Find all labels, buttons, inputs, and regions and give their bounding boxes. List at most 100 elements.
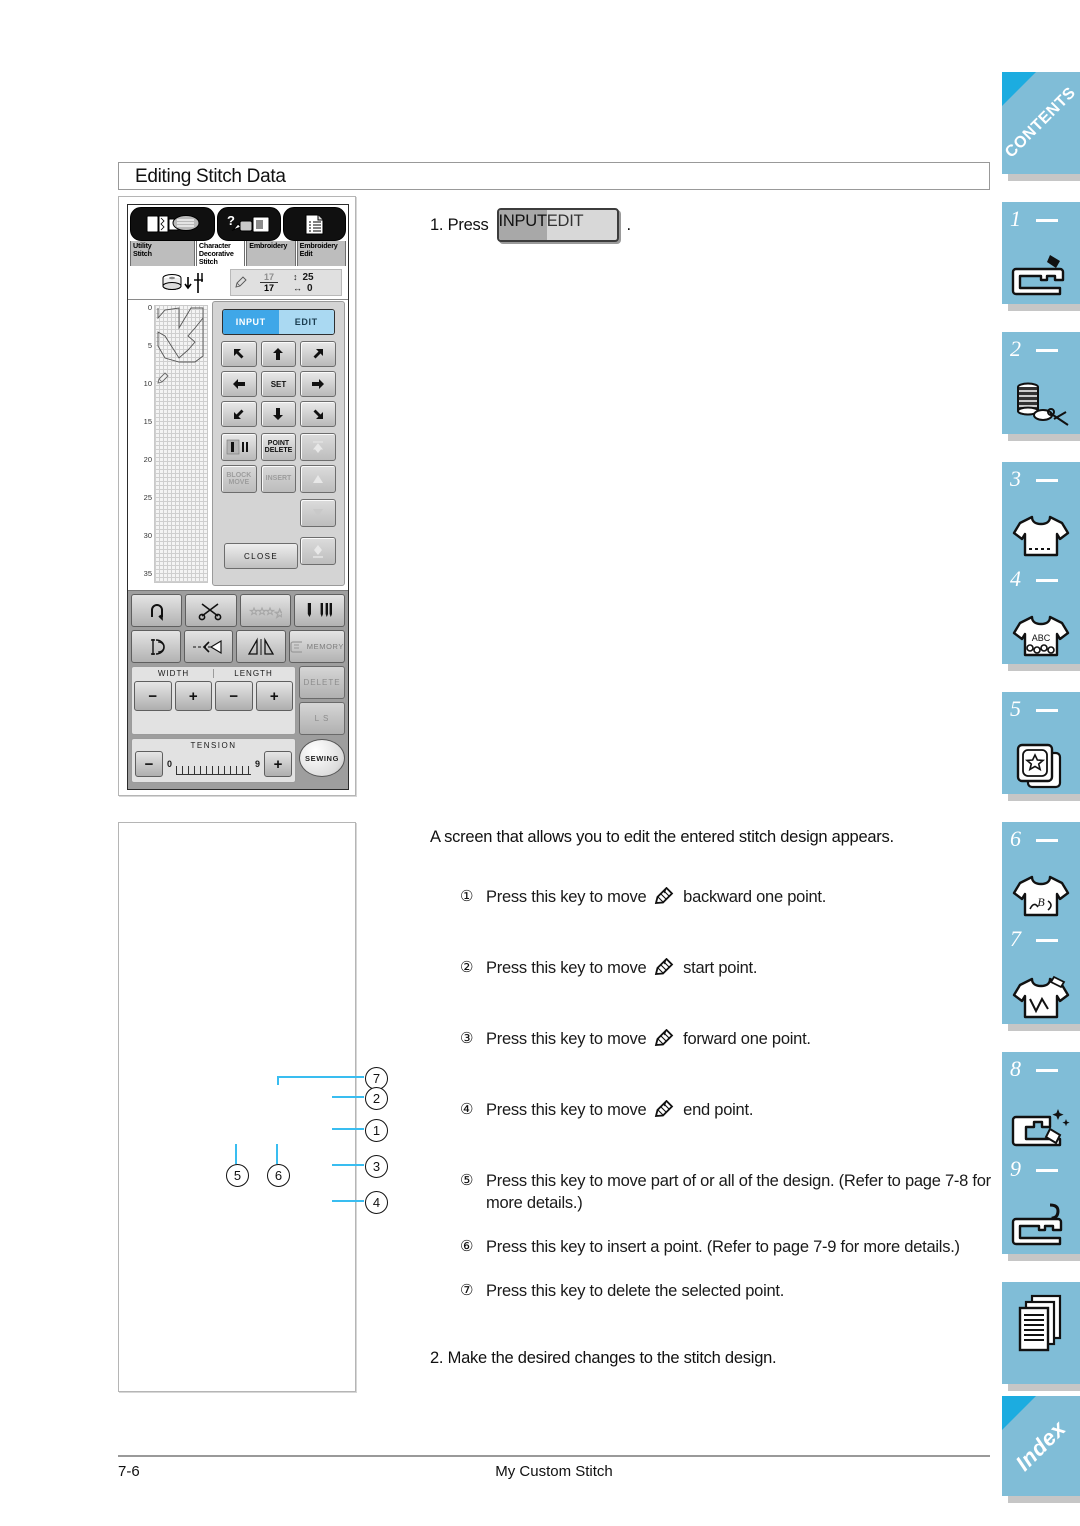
arrow-up-icon[interactable] xyxy=(260,341,297,367)
index-tab-5[interactable]: 5 xyxy=(1002,692,1080,801)
item-text-after: Press this key to delete the selected po… xyxy=(486,1282,785,1300)
callout-marker-2: 2 xyxy=(365,1087,388,1110)
insert-key[interactable]: INSERT xyxy=(260,465,297,493)
width-minus-button[interactable]: − xyxy=(134,681,172,711)
stylus-pen-icon xyxy=(231,275,251,290)
list-item: ② Press this key to move start point. xyxy=(460,957,992,982)
length-plus-button[interactable]: + xyxy=(255,681,293,711)
index-tab-documents[interactable] xyxy=(1002,1282,1080,1391)
inline-input-edit-toggle[interactable]: INPUT EDIT xyxy=(496,208,619,242)
ruler-label: 10 xyxy=(143,379,152,388)
tshirt-monogram-icon: B xyxy=(1002,873,1080,921)
taper-icon[interactable] xyxy=(236,630,286,663)
footer-chapter-title: My Custom Stitch xyxy=(495,1463,613,1480)
index-tab-8[interactable]: 8 xyxy=(1002,1052,1080,1161)
bobbin-needle-indicator xyxy=(156,269,236,297)
index-tab-contents[interactable]: CONTENTS xyxy=(1002,72,1080,181)
width-plus-button[interactable]: + xyxy=(174,681,212,711)
toggle-input[interactable]: INPUT xyxy=(223,310,279,334)
ruler-label: 30 xyxy=(143,531,152,540)
reverse-stitch-icon[interactable] xyxy=(131,594,183,627)
stitch-dimensions: ↕ 25 ↔ 0 xyxy=(287,272,341,294)
horizontal-arrow-icon: ↔ xyxy=(293,282,302,293)
arrow-down-left-icon[interactable] xyxy=(221,401,257,427)
block-move-key[interactable]: BLOCK MOVE xyxy=(221,465,257,493)
step-forward-icon[interactable] xyxy=(300,499,336,527)
memory-key[interactable]: MEMORY xyxy=(288,630,345,663)
index-tab-2[interactable]: 2 xyxy=(1002,332,1080,441)
jump-to-end-icon[interactable] xyxy=(300,537,336,565)
point-current: 17 xyxy=(260,272,278,283)
inline-toggle-input[interactable]: INPUT xyxy=(498,210,547,240)
callout-marker-6: 6 xyxy=(267,1164,290,1187)
index-tab-7[interactable]: 7 xyxy=(1002,922,1080,1031)
tab-embroidery-edit[interactable]: Embroidery Edit xyxy=(296,241,347,266)
arrow-down-icon[interactable] xyxy=(260,401,297,427)
embroidery-edit-icon[interactable] xyxy=(282,207,347,241)
delete-key[interactable]: DELETE xyxy=(299,666,345,699)
lcd-tab-labels: Utility Stitch Character Decorative Stitch … xyxy=(128,241,348,266)
item-text-after: forward one point. xyxy=(683,1030,811,1048)
set-key[interactable]: SET xyxy=(260,371,297,397)
index-tab-1[interactable]: 1 xyxy=(1002,202,1080,311)
index-tab-4[interactable]: 4 ABC xyxy=(1002,562,1080,671)
callout-overlay: 7 2 1 3 4 5 6 xyxy=(200,1030,420,1240)
thread-cutter-icon[interactable] xyxy=(185,594,237,627)
jump-to-start-icon[interactable] xyxy=(300,433,336,461)
index-tab-number: 8 xyxy=(1010,1056,1021,1081)
ruler-label: 0 xyxy=(147,303,152,312)
documents-icon xyxy=(1002,1292,1080,1360)
sewing-machine-icon xyxy=(1002,249,1080,301)
ruler-label: 15 xyxy=(143,417,152,426)
svg-text:ABC: ABC xyxy=(1032,633,1051,643)
arrow-up-right-icon[interactable] xyxy=(300,341,336,367)
tension-plus-button[interactable]: + xyxy=(264,751,292,777)
single-double-stitch-icon[interactable] xyxy=(221,433,257,461)
lcd-tab-icons: ? xyxy=(128,205,348,241)
index-tab-rail: CONTENTS 1 2 3 4 ABC 5 6 B 7 8 9 Index xyxy=(998,0,1080,1526)
toggle-edit[interactable]: EDIT xyxy=(278,310,334,334)
ls-key[interactable]: L S xyxy=(299,702,345,735)
inline-toggle-edit[interactable]: EDIT xyxy=(546,210,584,240)
index-tab-6[interactable]: 6 B xyxy=(1002,822,1080,931)
point-fraction: 17 17 xyxy=(251,272,287,293)
index-tab-index[interactable]: Index xyxy=(1002,1396,1080,1503)
length-minus-button[interactable]: − xyxy=(215,681,253,711)
step-back-icon[interactable] xyxy=(300,465,336,493)
memory-label: MEMORY xyxy=(306,642,344,651)
stylus-pen-icon xyxy=(654,1099,676,1124)
stitch-length-icon[interactable] xyxy=(131,630,181,663)
step-1: 1. Press INPUT EDIT . xyxy=(430,208,631,242)
index-tab-number: 7 xyxy=(1010,926,1021,951)
item-marker: ② xyxy=(460,959,474,976)
sewing-button[interactable]: SEWING xyxy=(299,739,345,777)
auto-threading-icon[interactable] xyxy=(239,594,291,627)
tension-minus-button[interactable]: − xyxy=(135,751,163,777)
point-delete-key[interactable]: POINT DELETE xyxy=(260,433,297,461)
index-tab-number: 5 xyxy=(1010,696,1021,721)
arrow-right-icon[interactable] xyxy=(300,371,336,397)
utility-stitch-icon[interactable] xyxy=(130,207,216,241)
character-decorative-stitch-icon[interactable]: ? xyxy=(217,207,281,241)
arrow-left-icon[interactable] xyxy=(221,371,257,397)
horizontal-value: 0 xyxy=(307,282,313,294)
arrow-up-left-icon[interactable] xyxy=(221,341,257,367)
needle-mode-icon[interactable] xyxy=(293,594,345,627)
width-length-area: WIDTH LENGTH − + − + DELETE L S xyxy=(131,666,345,735)
tab-utility-stitch[interactable]: Utility Stitch xyxy=(130,241,195,266)
callout-marker-5: 5 xyxy=(226,1164,249,1187)
input-edit-toggle[interactable]: INPUT EDIT xyxy=(222,309,335,335)
ruler-label: 20 xyxy=(143,455,152,464)
section-title: Editing Stitch Data xyxy=(135,166,286,187)
index-tab-3[interactable]: 3 xyxy=(1002,462,1080,571)
lcd-function-area: MEMORY WIDTH LENGTH − + − + DELETE L S T… xyxy=(128,590,348,789)
mirror-image-icon[interactable] xyxy=(183,630,234,663)
index-tab-9[interactable]: 9 xyxy=(1002,1152,1080,1261)
tab-embroidery[interactable]: Embroidery xyxy=(246,241,296,266)
close-key[interactable]: CLOSE xyxy=(224,543,298,569)
callout-marker-3: 3 xyxy=(365,1155,388,1178)
arrow-down-right-icon[interactable] xyxy=(300,401,336,427)
tab-character-decorative-stitch[interactable]: Character Decorative Stitch xyxy=(195,241,246,266)
stylus-pen-icon xyxy=(654,1028,676,1053)
preview-grid xyxy=(154,305,208,583)
